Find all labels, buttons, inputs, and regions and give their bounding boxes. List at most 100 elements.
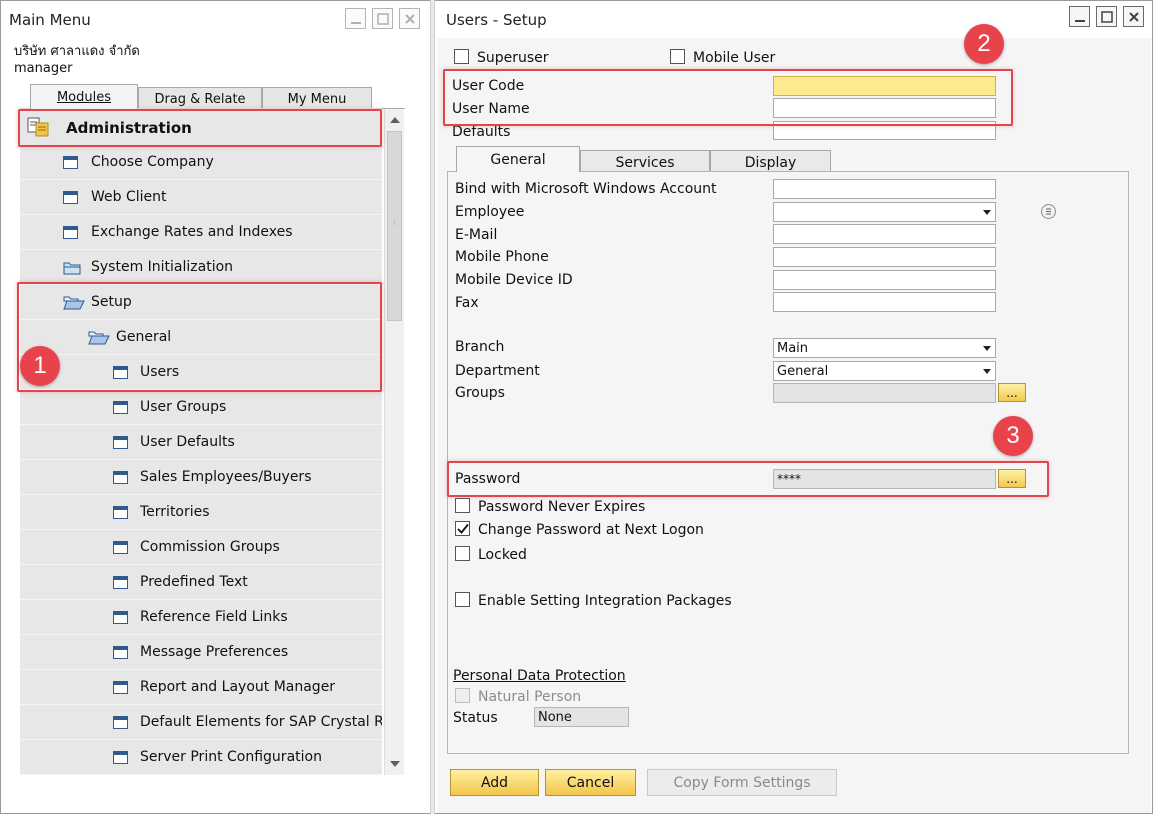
personal-data-protection-link[interactable]: Personal Data Protection	[453, 668, 626, 684]
maximize-icon[interactable]	[372, 8, 393, 29]
menu-item-territories[interactable]: Territories	[20, 495, 382, 530]
tab-label: Services	[615, 154, 675, 171]
fax-input[interactable]	[773, 292, 996, 312]
window-icon	[113, 751, 128, 764]
menu-item-label: Reference Field Links	[140, 609, 288, 625]
status-label: Status	[453, 710, 498, 726]
tab-drag-relate[interactable]: Drag & Relate	[138, 87, 262, 110]
window-icon	[113, 401, 128, 414]
bind-windows-label: Bind with Microsoft Windows Account	[455, 181, 717, 197]
menu-item-label: Sales Employees/Buyers	[140, 469, 312, 485]
menu-item-report-layout-manager[interactable]: Report and Layout Manager	[20, 670, 382, 705]
groups-browse-button[interactable]: ...	[998, 383, 1026, 402]
cancel-button[interactable]: Cancel	[545, 769, 636, 796]
minimize-icon[interactable]	[1069, 6, 1090, 27]
menu-item-user-defaults[interactable]: User Defaults	[20, 425, 382, 460]
company-name: บริษัท ศาลาแดง จำกัด	[14, 44, 140, 59]
menu-item-exchange-rates[interactable]: Exchange Rates and Indexes	[20, 215, 382, 250]
mobile-user-checkbox[interactable]	[670, 49, 685, 64]
menu-item-general[interactable]: General	[20, 320, 382, 355]
menu-item-label: Exchange Rates and Indexes	[91, 224, 293, 240]
password-browse-button[interactable]: ...	[998, 469, 1026, 488]
department-label: Department	[455, 363, 540, 379]
window-icon	[113, 681, 128, 694]
menu-item-label: Default Elements for SAP Crystal Rep	[140, 714, 382, 730]
close-icon[interactable]	[1123, 6, 1144, 27]
window-icon	[113, 541, 128, 554]
menu-item-user-groups[interactable]: User Groups	[20, 390, 382, 425]
window-icon	[113, 576, 128, 589]
mobile-phone-label: Mobile Phone	[455, 249, 549, 265]
menu-item-default-elements[interactable]: Default Elements for SAP Crystal Rep	[20, 705, 382, 740]
user-name-label: User Name	[452, 101, 530, 117]
menu-item-reference-field-links[interactable]: Reference Field Links	[20, 600, 382, 635]
menu-scrollbar[interactable]: ⁞	[384, 109, 404, 775]
window-icon	[63, 226, 78, 239]
checkmark-icon	[456, 523, 469, 534]
password-label: Password	[455, 471, 521, 487]
menu-item-label: Administration	[66, 119, 192, 137]
menu-item-sales-employees[interactable]: Sales Employees/Buyers	[20, 460, 382, 495]
menu-item-administration[interactable]: Administration	[20, 110, 382, 146]
menu-item-server-print-config[interactable]: Server Print Configuration	[20, 740, 382, 775]
add-button[interactable]: Add	[450, 769, 539, 796]
grip-icon: ⁞	[393, 218, 396, 227]
menu-item-choose-company[interactable]: Choose Company	[20, 145, 382, 180]
menu-item-users[interactable]: Users	[20, 355, 382, 390]
password-never-expires-checkbox[interactable]	[455, 498, 470, 513]
tab-modules[interactable]: Modules	[30, 84, 138, 109]
defaults-input[interactable]	[773, 121, 996, 140]
user-name-input[interactable]	[773, 98, 996, 118]
password-input[interactable]: ****	[773, 469, 996, 489]
user-name: manager	[14, 61, 73, 76]
close-icon[interactable]	[399, 8, 420, 29]
tab-label: Display	[744, 154, 797, 171]
menu-item-system-initialization[interactable]: System Initialization	[20, 250, 382, 285]
user-code-input[interactable]	[773, 76, 996, 96]
maximize-icon[interactable]	[1096, 6, 1117, 27]
window-icon	[113, 716, 128, 729]
bind-windows-input[interactable]	[773, 179, 996, 199]
tab-my-menu[interactable]: My Menu	[262, 87, 372, 110]
mobile-phone-input[interactable]	[773, 247, 996, 267]
enable-integration-checkbox[interactable]	[455, 592, 470, 607]
change-password-checkbox[interactable]	[455, 521, 470, 536]
employee-select[interactable]	[773, 202, 996, 222]
menu-item-label: User Groups	[140, 399, 227, 415]
mobile-device-input[interactable]	[773, 270, 996, 290]
tab-label: Modules	[56, 89, 112, 105]
menu-item-setup[interactable]: Setup	[20, 285, 382, 320]
email-input[interactable]	[773, 224, 996, 244]
menu-item-web-client[interactable]: Web Client	[20, 180, 382, 215]
folder-closed-icon	[63, 262, 81, 275]
minimize-icon[interactable]	[345, 8, 366, 29]
chevron-down-icon	[983, 346, 991, 351]
copy-form-settings-button[interactable]: Copy Form Settings	[647, 769, 837, 796]
user-code-label: User Code	[452, 78, 525, 94]
superuser-label: Superuser	[477, 50, 549, 66]
menu-item-label: Predefined Text	[140, 574, 248, 590]
link-arrow-icon[interactable]	[1041, 204, 1056, 219]
menu-item-label: Setup	[91, 294, 132, 310]
window-icon	[113, 611, 128, 624]
menu-item-message-preferences[interactable]: Message Preferences	[20, 635, 382, 670]
annotation-badge-1: 1	[20, 346, 60, 386]
locked-checkbox[interactable]	[455, 546, 470, 561]
scroll-down-icon[interactable]	[385, 754, 404, 774]
menu-item-predefined-text[interactable]: Predefined Text	[20, 565, 382, 600]
department-select[interactable]: General	[773, 361, 996, 381]
tab-label: Drag & Relate	[154, 91, 246, 107]
chevron-down-icon	[983, 210, 991, 215]
branch-select[interactable]: Main	[773, 338, 996, 358]
menu-item-label: Web Client	[91, 189, 167, 205]
menu-item-commission-groups[interactable]: Commission Groups	[20, 530, 382, 565]
administration-icon	[27, 117, 49, 137]
superuser-checkbox[interactable]	[454, 49, 469, 64]
window-icon	[113, 471, 128, 484]
tab-general[interactable]: General	[456, 146, 580, 172]
defaults-label: Defaults	[452, 124, 511, 140]
menu-item-label: Server Print Configuration	[140, 749, 322, 765]
module-tree: Administration Choose Company Web Client…	[20, 108, 382, 775]
change-password-label: Change Password at Next Logon	[478, 522, 704, 538]
scroll-up-icon[interactable]	[385, 110, 404, 130]
